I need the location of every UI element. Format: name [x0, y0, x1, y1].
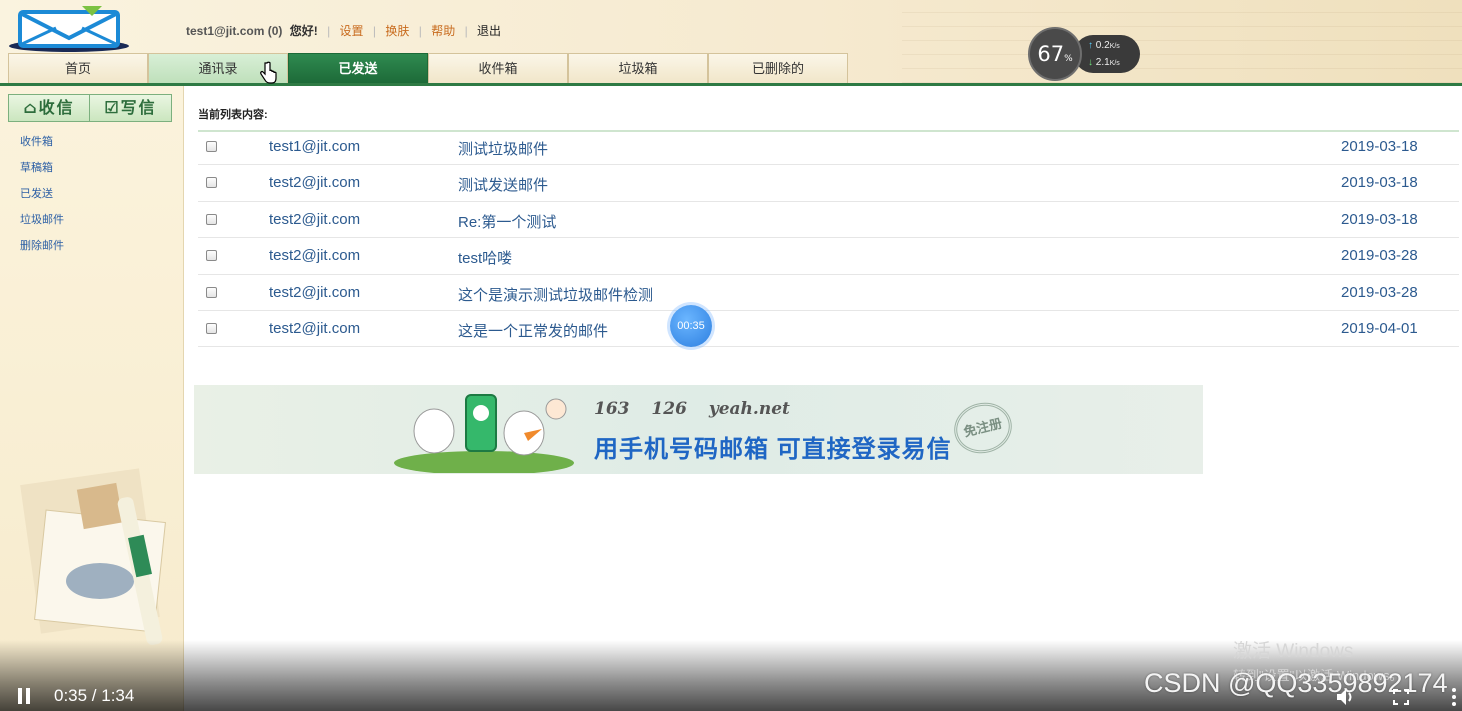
row-date: 2019-03-18	[1341, 174, 1418, 192]
row-sender[interactable]: test2@jit.com	[269, 174, 360, 191]
table-row[interactable]: test2@jit.com 这是一个正常发的邮件 2019-04-01	[198, 311, 1459, 348]
brand-yeah: yeah.net	[708, 399, 790, 419]
tab-trash[interactable]: 垃圾箱	[568, 53, 708, 83]
row-subject[interactable]: 测试垃圾邮件	[458, 138, 548, 159]
volume-icon[interactable]	[1336, 688, 1356, 706]
row-sender[interactable]: test2@jit.com	[269, 284, 360, 301]
cartoon-mascots-illustration	[394, 394, 574, 473]
row-sender[interactable]: test2@jit.com	[269, 211, 360, 228]
tab-sent[interactable]: 已发送	[288, 53, 428, 83]
video-time: 0:35 / 1:34	[54, 686, 135, 705]
left-sidebar: ⌂收信 ☑写信 收件箱 草稿箱 已发送 垃圾邮件 删除邮件	[0, 86, 184, 711]
row-subject[interactable]: test哈喽	[458, 247, 512, 268]
tab-inbox[interactable]: 收件箱	[428, 53, 568, 83]
speed-readout: ↑ 0.2K/s ↓ 2.1K/s	[1074, 35, 1140, 73]
sidebar-item-spam[interactable]: 垃圾邮件	[20, 212, 64, 238]
help-link[interactable]: 帮助	[431, 24, 455, 38]
receive-mail-button[interactable]: ⌂收信	[8, 94, 90, 122]
receive-icon: ⌂	[23, 98, 39, 117]
speed-unit: K/s	[1109, 60, 1120, 67]
mail-brands: 163 126 yeah.net	[594, 399, 806, 419]
row-sender[interactable]: test2@jit.com	[269, 320, 360, 337]
upload-speed: 0.2	[1095, 40, 1110, 51]
row-date: 2019-03-18	[1341, 210, 1418, 228]
hand-cursor-icon	[260, 61, 277, 84]
main-tabs: 首页 通讯录 已发送 收件箱 垃圾箱 已删除的	[8, 53, 848, 83]
receive-label: 收信	[38, 98, 75, 117]
logout-link[interactable]: 退出	[477, 24, 501, 38]
sidebar-item-inbox[interactable]: 收件箱	[20, 134, 64, 160]
divider: |	[327, 24, 331, 38]
ad-banner[interactable]: 163 126 yeah.net 用手机号码邮箱 可直接登录易信 免注册	[194, 385, 1203, 474]
row-sender[interactable]: test2@jit.com	[269, 247, 360, 264]
network-speed-widget[interactable]: ↑ 0.2K/s ↓ 2.1K/s 67%	[1028, 27, 1140, 83]
fullscreen-icon[interactable]	[1393, 689, 1409, 705]
tab-home[interactable]: 首页	[8, 53, 148, 83]
pause-icon[interactable]	[17, 688, 31, 704]
free-register-badge: 免注册	[948, 396, 1018, 460]
skin-link[interactable]: 换肤	[385, 24, 409, 38]
brand-126: 126	[651, 399, 687, 419]
greeting-text: 您好!	[289, 24, 318, 38]
mail-list: test1@jit.com 测试垃圾邮件 2019-03-18 test2@ji…	[198, 129, 1459, 348]
brand-163: 163	[594, 399, 630, 419]
row-checkbox[interactable]	[206, 286, 217, 298]
row-date: 2019-03-28	[1341, 247, 1418, 265]
download-speed: 2.1	[1095, 57, 1110, 68]
edit-icon: ☑	[104, 98, 121, 117]
row-checkbox[interactable]	[206, 177, 217, 189]
memory-percent-circle: 67%	[1028, 27, 1082, 81]
row-date: 2019-03-18	[1341, 138, 1418, 155]
user-bar: test1@jit.com (0) 您好! | 设置 | 换肤 | 帮助 | 退…	[186, 22, 501, 39]
table-row[interactable]: test2@jit.com 测试发送邮件 2019-03-18	[198, 165, 1459, 202]
banner-slogan: 用手机号码邮箱 可直接登录易信	[594, 436, 952, 463]
tab-deleted[interactable]: 已删除的	[708, 53, 848, 83]
row-checkbox[interactable]	[206, 141, 217, 152]
row-subject[interactable]: Re:第一个测试	[458, 211, 556, 232]
write-label: 写信	[120, 98, 157, 117]
more-options-icon[interactable]	[1452, 688, 1458, 706]
table-row[interactable]: test1@jit.com 测试垃圾邮件 2019-03-18	[198, 129, 1459, 166]
memory-percent: 67	[1037, 42, 1065, 66]
activation-title: 激活 Windows	[1233, 641, 1354, 662]
row-date: 2019-04-01	[1341, 319, 1418, 337]
top-header: test1@jit.com (0) 您好! | 设置 | 换肤 | 帮助 | 退…	[0, 0, 1462, 86]
sidebar-item-deleted[interactable]: 删除邮件	[20, 238, 64, 264]
divider: |	[418, 24, 422, 38]
row-subject[interactable]: 这个是演示测试垃圾邮件检测	[458, 284, 653, 305]
main-content: 当前列表内容: test1@jit.com 测试垃圾邮件 2019-03-18 …	[185, 86, 1462, 711]
row-subject[interactable]: 测试发送邮件	[458, 174, 548, 195]
header-background-texture	[902, 0, 1462, 83]
sidebar-item-drafts[interactable]: 草稿箱	[20, 160, 64, 186]
table-row[interactable]: test2@jit.com test哈喽 2019-03-28	[198, 238, 1459, 275]
mail-logo-icon[interactable]	[8, 4, 130, 52]
table-row[interactable]: test2@jit.com 这个是演示测试垃圾邮件检测 2019-03-28	[198, 275, 1459, 311]
table-row[interactable]: test2@jit.com Re:第一个测试 2019-03-18	[198, 202, 1459, 239]
download-arrow-icon: ↓	[1088, 57, 1093, 68]
speed-unit: K/s	[1109, 43, 1120, 50]
row-checkbox[interactable]	[206, 250, 217, 262]
divider: |	[464, 24, 468, 38]
video-timestamp-bubble: 00:35	[670, 305, 712, 347]
row-date: 2019-03-28	[1341, 283, 1418, 301]
row-checkbox[interactable]	[206, 213, 217, 225]
upload-arrow-icon: ↑	[1088, 40, 1093, 51]
write-mail-button[interactable]: ☑写信	[90, 94, 172, 122]
row-checkbox[interactable]	[206, 322, 217, 334]
percent-unit: %	[1064, 54, 1073, 64]
settings-link[interactable]: 设置	[340, 24, 364, 38]
row-sender[interactable]: test1@jit.com	[269, 138, 360, 155]
folder-menu: 收件箱 草稿箱 已发送 垃圾邮件 删除邮件	[20, 134, 64, 264]
sidebar-item-sent[interactable]: 已发送	[20, 186, 64, 212]
user-email: test1@jit.com (0)	[186, 24, 283, 38]
letters-illustration	[20, 468, 166, 645]
divider: |	[372, 24, 377, 38]
mail-action-buttons: ⌂收信 ☑写信	[8, 94, 172, 122]
row-subject[interactable]: 这是一个正常发的邮件	[458, 320, 608, 341]
